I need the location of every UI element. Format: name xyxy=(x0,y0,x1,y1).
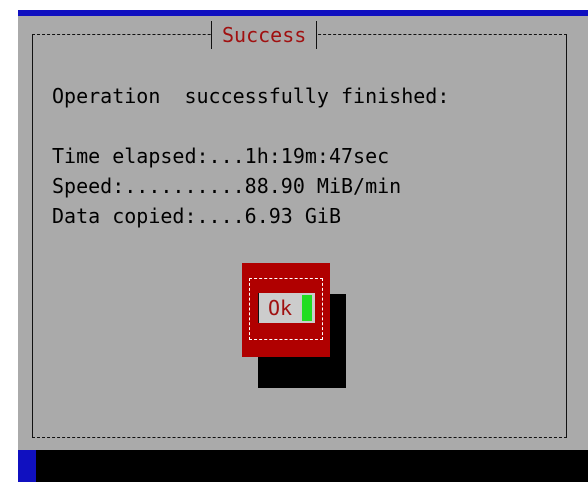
terminal-screen: Success Operation successfully finished:… xyxy=(0,0,588,482)
speed-line: Speed:..........88.90 MiB/min xyxy=(52,174,402,198)
success-dialog: Success Operation successfully finished:… xyxy=(18,16,588,450)
time-elapsed-line: Time elapsed:...1h:19m:47sec xyxy=(52,144,390,168)
ok-button-label: Ok xyxy=(267,296,293,320)
dialog-title: Success xyxy=(211,21,318,49)
ok-button[interactable]: Ok xyxy=(242,263,330,357)
text-cursor xyxy=(302,295,312,321)
ok-button-face[interactable]: Ok xyxy=(258,293,315,323)
dialog-shadow xyxy=(36,450,588,482)
data-copied-line: Data copied:....6.93 GiB xyxy=(52,204,341,228)
completion-message: Operation successfully finished: xyxy=(52,84,450,108)
